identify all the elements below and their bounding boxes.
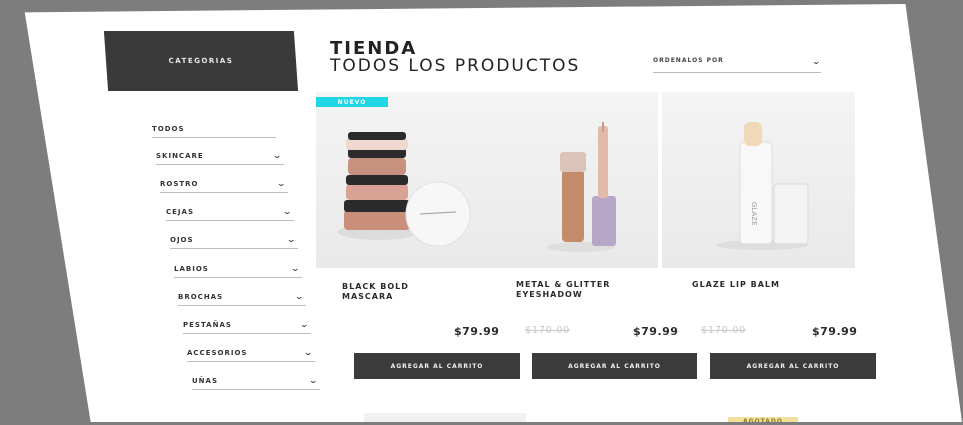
sidebar-item-label: CEJAS xyxy=(166,207,194,216)
sidebar-item-label: PESTAÑAS xyxy=(183,320,232,329)
sidebar-item-brochas[interactable]: BROCHAS ⌄ xyxy=(178,288,306,306)
page-subtitle: TODOS LOS PRODUCTOS xyxy=(330,56,581,76)
sidebar-item-cejas[interactable]: CEJAS ⌄ xyxy=(166,203,294,221)
sort-label: ORDENALOS POR xyxy=(653,57,724,64)
sidebar-item-labios[interactable]: LABIOS ⌄ xyxy=(174,260,302,278)
new-badge: NUEVO xyxy=(316,97,388,107)
chevron-down-icon: ⌄ xyxy=(276,179,288,188)
sidebar-item-skincare[interactable]: SKINCARE ⌄ xyxy=(156,147,284,165)
sidebar-item-rostro[interactable]: ROSTRO ⌄ xyxy=(160,175,288,193)
product-image-eyeshadow[interactable] xyxy=(486,92,658,268)
sidebar-item-label: ROSTRO xyxy=(160,179,199,188)
eyeshadow-tube-image xyxy=(547,122,616,252)
mascara-jars-image xyxy=(338,132,471,247)
categories-header[interactable]: CATEGORIAS xyxy=(103,31,299,91)
sidebar-item-label: SKINCARE xyxy=(156,151,204,160)
product-old-price: $170.00 xyxy=(701,325,746,336)
sidebar-item-label: TODOS xyxy=(152,124,185,133)
soldout-badge: AGOTADO xyxy=(728,417,798,422)
sidebar-item-label: BROCHAS xyxy=(178,292,224,301)
sort-dropdown[interactable]: ORDENALOS POR ⌄ xyxy=(653,57,821,73)
sidebar-item-label: ACCESORIOS xyxy=(187,348,248,357)
add-to-cart-button[interactable]: AGREGAR AL CARRITO xyxy=(354,353,520,379)
add-to-cart-label: AGREGAR AL CARRITO xyxy=(390,362,484,370)
store-page: CATEGORIAS TODOS SKINCARE ⌄ ROSTRO ⌄ CEJ… xyxy=(25,4,962,422)
product-name[interactable]: BLACK BOLD MASCARA xyxy=(342,282,452,302)
chevron-down-icon: ⌄ xyxy=(286,235,298,244)
chevron-down-icon: ⌄ xyxy=(290,264,302,273)
add-to-cart-label: AGREGAR AL CARRITO xyxy=(568,362,661,370)
sidebar-item-label: LABIOS xyxy=(174,264,209,273)
product-price: $79.99 xyxy=(633,325,679,338)
add-to-cart-button[interactable]: AGREGAR AL CARRITO xyxy=(710,353,876,379)
sidebar-item-label: OJOS xyxy=(170,235,194,244)
product-name[interactable]: GLAZE LIP BALM xyxy=(692,280,802,290)
chevron-down-icon: ⌄ xyxy=(308,376,320,385)
sidebar-item-todos[interactable]: TODOS xyxy=(152,120,276,138)
chevron-down-icon: ⌄ xyxy=(294,292,306,301)
sidebar-item-pestanas[interactable]: PESTAÑAS ⌄ xyxy=(183,316,311,334)
categories-header-label: CATEGORIAS xyxy=(168,57,234,65)
chevron-down-icon: ⌄ xyxy=(282,207,294,216)
page-canvas: CATEGORIAS TODOS SKINCARE ⌄ ROSTRO ⌄ CEJ… xyxy=(24,4,962,422)
sidebar-item-label: UÑAS xyxy=(192,376,219,385)
sidebar-item-ojos[interactable]: OJOS ⌄ xyxy=(170,231,298,249)
chevron-down-icon: ⌄ xyxy=(303,348,315,357)
product-image-mascara[interactable] xyxy=(316,92,493,268)
chevron-down-icon: ⌄ xyxy=(272,151,284,160)
product-price: $79.99 xyxy=(454,325,500,338)
sidebar-item-accesorios[interactable]: ACCESORIOS ⌄ xyxy=(187,344,315,362)
product-name[interactable]: METAL & GLITTER EYESHADOW xyxy=(516,280,626,300)
add-to-cart-button[interactable]: AGREGAR AL CARRITO xyxy=(532,353,697,379)
product-price: $79.99 xyxy=(812,325,858,338)
lipbalm-stick-image: GLAZE xyxy=(716,122,809,250)
next-product-card[interactable] xyxy=(364,413,526,422)
product-old-price: $170.00 xyxy=(525,325,570,336)
sidebar-item-unas[interactable]: UÑAS ⌄ xyxy=(192,372,320,390)
product-image-lipbalm[interactable]: GLAZE xyxy=(662,92,855,268)
chevron-down-icon: ⌄ xyxy=(811,57,823,66)
add-to-cart-label: AGREGAR AL CARRITO xyxy=(746,362,840,370)
svg-text:GLAZE: GLAZE xyxy=(750,202,758,226)
chevron-down-icon: ⌄ xyxy=(299,320,311,329)
